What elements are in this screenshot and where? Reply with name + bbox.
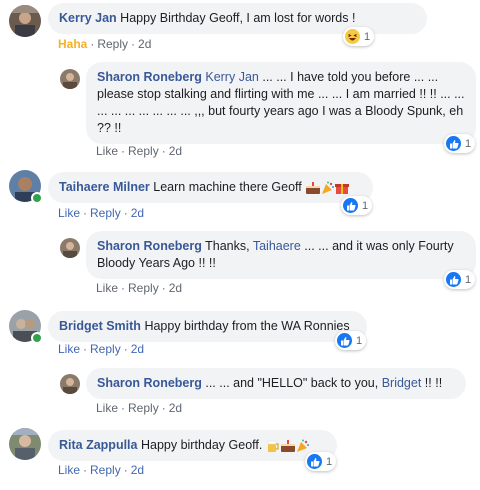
separator: · (83, 206, 88, 220)
comment-actions: Like · Reply · 2d (58, 342, 144, 356)
separator: · (123, 342, 128, 356)
comment-author[interactable]: Sharon Roneberg (97, 70, 202, 84)
timestamp[interactable]: 2d (169, 144, 182, 158)
comment-text-start: ... ... and "HELLO" back to you, (205, 376, 379, 390)
comment-author[interactable]: Sharon Roneberg (97, 376, 202, 390)
comment-actions: Haha · Reply · 2d (58, 37, 151, 51)
comment-text: Happy Birthday Geoff, I am lost for word… (120, 11, 356, 25)
separator: · (121, 281, 126, 295)
like-button[interactable]: Like (96, 281, 118, 295)
avatar[interactable] (60, 238, 80, 258)
comment-text-start: Thanks, (205, 239, 250, 253)
comment-bubble: Sharon Roneberg ... ... and "HELLO" back… (86, 368, 466, 399)
mention-link[interactable]: Taihaere (253, 239, 301, 253)
separator: · (90, 37, 95, 51)
comment-author[interactable]: Kerry Jan (59, 11, 117, 25)
comment-bubble: Taihaere Milner Learn machine there Geof… (48, 172, 373, 203)
comment-text: Happy birthday from the WA Ronnies (144, 319, 350, 333)
avatar[interactable] (9, 5, 41, 37)
cake-icon (306, 181, 321, 194)
like-button[interactable]: Like (58, 206, 80, 220)
online-status-dot (31, 192, 43, 204)
separator: · (131, 37, 136, 51)
comment-text: Learn machine there Geoff (153, 180, 302, 194)
reply-button[interactable]: Reply (128, 401, 159, 415)
separator: · (161, 281, 166, 295)
reaction-count: 1 (465, 273, 472, 286)
comment-bubble: Rita Zappulla Happy birthday Geoff. (48, 430, 337, 461)
comment-actions: Like · Reply · 2d (58, 463, 144, 477)
reply-button[interactable]: Reply (128, 281, 159, 295)
mention-link[interactable]: Kerry Jan (205, 70, 259, 84)
separator: · (83, 463, 88, 477)
reaction-count: 1 (362, 199, 369, 212)
online-status-dot (31, 332, 43, 344)
separator: · (121, 144, 126, 158)
reply-button[interactable]: Reply (97, 37, 128, 51)
comment-text: !! !! (424, 376, 443, 390)
like-icon (446, 272, 461, 287)
reaction-count-badge[interactable]: 1 (444, 134, 476, 153)
avatar[interactable] (60, 374, 80, 394)
emoji-group (266, 439, 310, 453)
reaction-count-badge[interactable]: 1 (341, 196, 373, 215)
separator: · (123, 206, 128, 220)
separator: · (161, 144, 166, 158)
party-popper-icon (322, 181, 335, 194)
comment-actions: Like · Reply · 2d (58, 206, 144, 220)
reaction-count-badge[interactable]: 1 (444, 270, 476, 289)
comment-actions: Like · Reply · 2d (96, 401, 182, 415)
like-button[interactable]: Like (96, 144, 118, 158)
timestamp[interactable]: 2d (169, 401, 182, 415)
reply-button[interactable]: Reply (90, 206, 121, 220)
gift-icon (335, 183, 350, 194)
emoji-group (305, 181, 350, 195)
comment-actions: Like · Reply · 2d (96, 281, 182, 295)
beer-icon (267, 440, 279, 452)
separator: · (83, 342, 88, 356)
comment-bubble: Sharon Roneberg Kerry Jan ... ... I have… (86, 62, 476, 144)
reaction-count-badge[interactable]: 1 (305, 452, 337, 471)
like-button[interactable]: Like (96, 401, 118, 415)
comment-author[interactable]: Bridget Smith (59, 319, 141, 333)
comment-actions: Like · Reply · 2d (96, 144, 182, 158)
timestamp[interactable]: 2d (131, 463, 144, 477)
separator: · (161, 401, 166, 415)
cake-icon (280, 439, 295, 452)
separator: · (121, 401, 126, 415)
like-icon (307, 454, 322, 469)
party-popper-icon (296, 439, 309, 452)
comment-bubble: Sharon Roneberg Thanks, Taihaere ... ...… (86, 231, 476, 279)
like-icon (446, 136, 461, 151)
comment-bubble: Bridget Smith Happy birthday from the WA… (48, 311, 367, 342)
reaction-count-badge[interactable]: 1 (335, 331, 367, 350)
separator: · (123, 463, 128, 477)
avatar[interactable] (9, 428, 41, 460)
mention-link[interactable]: Bridget (382, 376, 422, 390)
like-icon (337, 333, 352, 348)
reply-button[interactable]: Reply (90, 463, 121, 477)
comment-author[interactable]: Taihaere Milner (59, 180, 150, 194)
reaction-count: 1 (465, 137, 472, 150)
reply-button[interactable]: Reply (90, 342, 121, 356)
comment-author[interactable]: Sharon Roneberg (97, 239, 202, 253)
reaction-count: 1 (326, 455, 333, 468)
comment-author[interactable]: Rita Zappulla (59, 438, 137, 452)
like-button[interactable]: Like (58, 342, 80, 356)
comment-text: Happy birthday Geoff. (140, 438, 263, 452)
timestamp[interactable]: 2d (131, 342, 144, 356)
timestamp[interactable]: 2d (169, 281, 182, 295)
timestamp[interactable]: 2d (138, 37, 151, 51)
reaction-count: 1 (364, 30, 371, 43)
reply-button[interactable]: Reply (128, 144, 159, 158)
avatar[interactable] (60, 69, 80, 89)
like-icon (343, 198, 358, 213)
haha-icon (345, 29, 360, 44)
reaction-count: 1 (356, 334, 363, 347)
haha-reaction-button[interactable]: Haha (58, 37, 87, 51)
reaction-count-badge[interactable]: 1 (343, 27, 375, 46)
timestamp[interactable]: 2d (131, 206, 144, 220)
like-button[interactable]: Like (58, 463, 80, 477)
